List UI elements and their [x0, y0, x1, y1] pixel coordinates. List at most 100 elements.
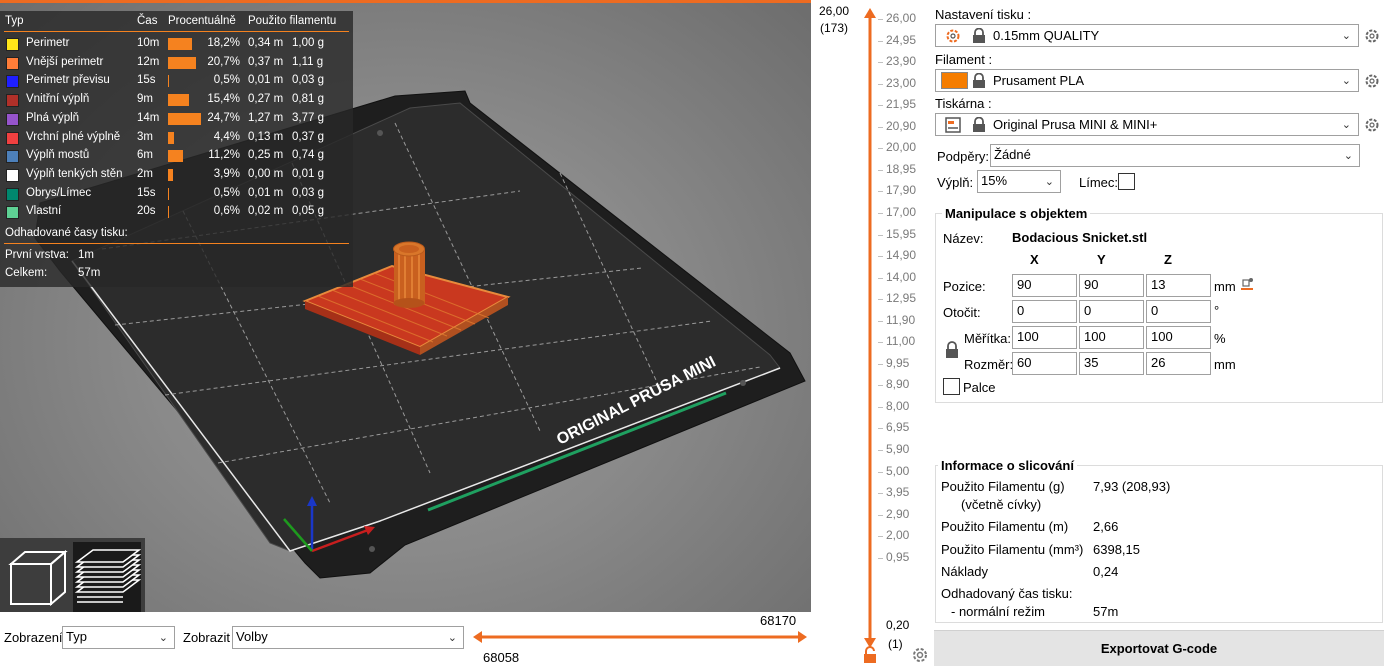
print-settings-select[interactable]: 0.15mm QUALITY ⌄ — [935, 24, 1359, 47]
legend-row-percent: 3,9% — [213, 167, 240, 180]
layer-tick-mark — [878, 234, 883, 236]
size-x-input[interactable]: 60 — [1012, 352, 1077, 375]
legend-row-grams: 0,37 g — [292, 130, 324, 143]
size-label: Rozměr: — [964, 357, 1014, 372]
legend-row-name: Vrchní plné výplně — [26, 130, 121, 143]
filament-select[interactable]: Prusament PLA ⌄ — [935, 69, 1359, 92]
infill-label: Výplň: — [937, 175, 974, 190]
layer-tick-mark — [878, 169, 883, 171]
layer-slider[interactable] — [863, 8, 877, 648]
3d-preview-viewport[interactable]: ORIGINAL PRUSA MINI Typ Čas Procentuálně… — [0, 3, 811, 612]
legend-row: Vrchní plné výplně 3m 4,4% 0,13 m 0,37 g — [0, 129, 353, 147]
size-z-input[interactable]: 26 — [1146, 352, 1211, 375]
legend-row: Perimetr 10m 18,2% 0,34 m 1,00 g — [0, 35, 353, 53]
position-z-input[interactable]: 13 — [1146, 274, 1211, 297]
export-gcode-button[interactable]: Exportovat G-code — [934, 630, 1384, 666]
legend-row-percent: 20,7% — [207, 55, 240, 68]
layer-tick-mark — [878, 191, 883, 193]
layers-view-button[interactable] — [73, 542, 142, 612]
layer-tick-mark — [878, 62, 883, 64]
scale-y-input[interactable]: 100 — [1079, 326, 1144, 349]
legend-row-grams: 0,05 g — [292, 205, 324, 218]
rotation-z-input[interactable]: 0 — [1146, 300, 1211, 323]
gear-icon[interactable] — [911, 646, 929, 664]
position-x-input[interactable]: 90 — [1012, 274, 1077, 297]
layer-tick-mark — [878, 126, 883, 128]
legend-row-time: 12m — [137, 55, 160, 68]
cube-icon — [8, 549, 68, 607]
filament-value: Prusament PLA — [993, 73, 1085, 88]
legend-row-bar — [168, 56, 196, 69]
layer-tick-mark — [878, 277, 883, 279]
legend-row-name: Vlastní — [26, 205, 62, 218]
infill-select[interactable]: 15% ⌄ — [977, 170, 1061, 193]
size-y-input[interactable]: 35 — [1079, 352, 1144, 375]
legend-total-label: Celkem: — [5, 267, 48, 279]
lock-icon — [973, 73, 985, 88]
layer-tick-label: 6,95 — [886, 420, 910, 435]
show-options-select[interactable]: Volby ⌄ — [232, 626, 464, 649]
legend-row-name: Vnitřní výplň — [26, 93, 90, 106]
legend-row: Výplň tenkých stěn 2m 3,9% 0,00 m 0,01 g — [0, 166, 353, 184]
legend-first-layer-value: 1m — [78, 249, 94, 261]
view-type-select[interactable]: Typ ⌄ — [62, 626, 175, 649]
supports-value: Žádné — [994, 147, 1031, 162]
settings-gear-icon[interactable] — [1364, 28, 1380, 44]
lock-icon[interactable] — [862, 646, 878, 664]
position-y-input[interactable]: 90 — [1079, 274, 1144, 297]
supports-select[interactable]: Žádné ⌄ — [990, 144, 1360, 167]
legend-header-percent: Procentuálně — [168, 15, 236, 27]
layer-tick-mark — [878, 493, 883, 495]
inches-checkbox[interactable] — [943, 378, 960, 395]
layer-tick-label: 26,00 — [886, 11, 917, 25]
layer-tick-mark — [878, 19, 883, 20]
supports-label: Podpěry: — [937, 149, 990, 164]
legend-row-bar — [168, 131, 174, 144]
settings-gear-icon[interactable] — [1364, 73, 1380, 89]
legend-row-bar — [168, 168, 173, 181]
uniform-scale-lock-icon[interactable] — [945, 341, 959, 359]
legend-row-time: 3m — [137, 130, 153, 143]
legend-row-name: Výplň mostů — [26, 149, 90, 162]
layer-tick-label: 20,00 — [886, 140, 917, 155]
layer-tick-mark — [878, 557, 883, 559]
layer-tick-mark — [878, 212, 883, 214]
filament-color-swatch[interactable] — [941, 72, 968, 89]
position-label: Pozice: — [943, 279, 986, 294]
printer-label: Tiskárna : — [935, 96, 992, 111]
drop-to-bed-icon[interactable] — [1239, 277, 1255, 291]
object-manipulation-title: Manipulace s objektem — [942, 206, 1091, 221]
legend-row-percent: 4,4% — [213, 130, 240, 143]
horizontal-slider[interactable] — [473, 628, 807, 646]
legend-row-time: 20s — [137, 205, 156, 218]
scale-x-input[interactable]: 100 — [1012, 326, 1077, 349]
legend-row: Vlastní 20s 0,6% 0,02 m 0,05 g — [0, 203, 353, 221]
settings-gear-icon[interactable] — [1364, 117, 1380, 133]
printer-select[interactable]: Original Prusa MINI & MINI+ ⌄ — [935, 113, 1359, 136]
layer-tick-label: 17,00 — [886, 204, 917, 219]
brim-checkbox[interactable] — [1118, 173, 1135, 190]
3d-view-button[interactable] — [3, 542, 71, 612]
layer-slider-top-handle — [864, 8, 876, 18]
layer-tick-mark — [878, 471, 883, 473]
filament-label: Filament : — [935, 52, 993, 67]
legend-row-bar — [168, 94, 189, 107]
legend-row-name: Vnější perimetr — [26, 55, 104, 68]
legend-row-bar — [168, 187, 169, 200]
used-filament-mm3-label: Použito Filamentu (mm³) — [941, 542, 1084, 557]
layer-tick-mark — [878, 148, 883, 150]
vslider-top-value: 26,00 — [819, 4, 850, 18]
normal-mode-value: 57m — [1093, 604, 1119, 619]
rotation-y-input[interactable]: 0 — [1079, 300, 1144, 323]
hslider-top-value: 68170 — [760, 613, 797, 628]
layer-tick-label: 5,00 — [886, 463, 910, 478]
legend-row-time: 2m — [137, 167, 153, 180]
legend-row-grams: 0,03 g — [292, 186, 324, 199]
rotation-x-input[interactable]: 0 — [1012, 300, 1077, 323]
hslider-bottom-value: 68058 — [483, 650, 520, 665]
scale-z-input[interactable]: 100 — [1146, 326, 1211, 349]
legend-swatch — [6, 56, 19, 70]
view-type-label: Zobrazení — [4, 630, 63, 645]
legend-row-grams: 3,77 g — [292, 111, 324, 124]
layer-tick-label: 2,90 — [886, 506, 910, 521]
